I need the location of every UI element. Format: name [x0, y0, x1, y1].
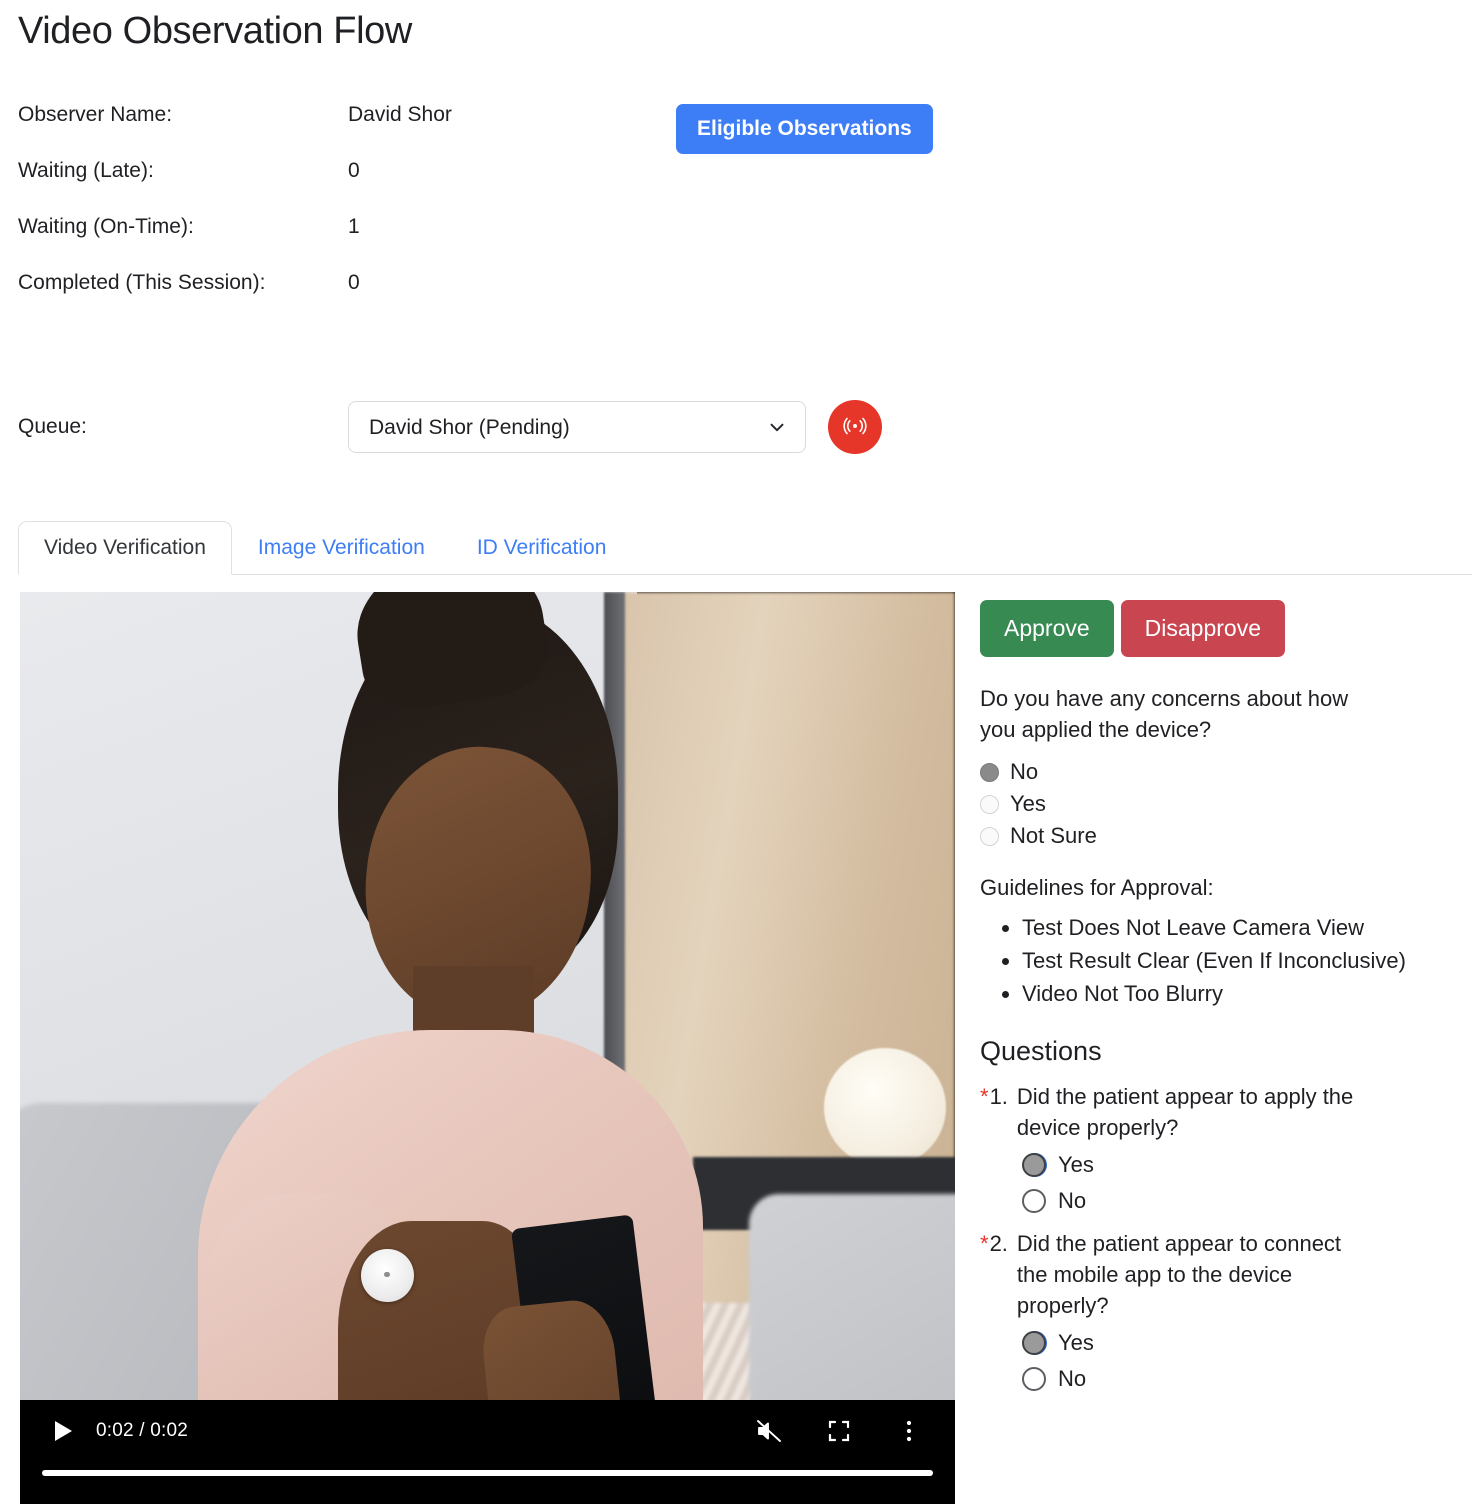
- verification-tabs: Video Verification Image Verification ID…: [18, 509, 1472, 575]
- question-1-option-no[interactable]: No: [1022, 1188, 1430, 1214]
- info-row-waiting-on-time: Waiting (On-Time): 1: [18, 212, 958, 241]
- info-value: 0: [348, 271, 360, 294]
- question-number: 1.: [989, 1084, 1008, 1109]
- radio-icon[interactable]: [980, 826, 999, 846]
- disapprove-button[interactable]: Disapprove: [1120, 600, 1286, 657]
- tab-label: ID Verification: [476, 536, 607, 559]
- concern-option-no[interactable]: No: [980, 759, 1430, 785]
- radio-label: No: [1058, 1188, 1087, 1213]
- radio-label: Not Sure: [1010, 823, 1097, 848]
- guideline-item: Video Not Too Blurry: [1022, 977, 1430, 1010]
- radio-label: Yes: [1058, 1152, 1094, 1177]
- question-2-radio-group: Yes No: [1022, 1330, 1430, 1392]
- info-value: 1: [348, 215, 360, 238]
- info-value: David Shor: [348, 103, 452, 126]
- video-controls: 0:02 / 0:02: [20, 1400, 955, 1504]
- tab-image-verification[interactable]: Image Verification: [232, 521, 451, 575]
- volume-muted-icon[interactable]: [749, 1414, 789, 1448]
- more-options-icon[interactable]: [889, 1414, 929, 1448]
- required-marker: *: [980, 1231, 989, 1256]
- broadcast-icon: [840, 411, 870, 444]
- question-2-option-no[interactable]: No: [1022, 1366, 1430, 1392]
- tab-label: Image Verification: [257, 536, 425, 559]
- concern-option-not-sure[interactable]: Not Sure: [980, 823, 1430, 849]
- queue-row: Queue: David Shor (Pending): [18, 400, 882, 454]
- question-2-option-yes[interactable]: Yes: [1022, 1330, 1430, 1356]
- question-1-option-yes[interactable]: Yes: [1022, 1152, 1430, 1178]
- play-icon[interactable]: [46, 1414, 80, 1448]
- guidelines-list: Test Does Not Leave Camera View Test Res…: [980, 911, 1430, 1010]
- info-label: Completed (This Session):: [18, 271, 266, 294]
- video-player[interactable]: 0:02 / 0:02: [20, 592, 955, 1504]
- tab-id-verification[interactable]: ID Verification: [451, 521, 633, 575]
- question-1: * 1. Did the patient appear to apply the…: [980, 1081, 1430, 1214]
- fullscreen-icon[interactable]: [819, 1414, 859, 1448]
- queue-label: Queue:: [18, 415, 87, 438]
- radio-label: Yes: [1010, 791, 1046, 816]
- info-value: 0: [348, 159, 360, 182]
- radio-icon[interactable]: [1022, 1331, 1046, 1355]
- video-frame: [20, 592, 955, 1504]
- info-label: Waiting (On-Time):: [18, 215, 194, 238]
- question-text: Did the patient appear to connect the mo…: [1016, 1231, 1342, 1318]
- cgm-sensor-on-arm: [361, 1248, 414, 1302]
- info-label: Observer Name:: [18, 103, 173, 126]
- radio-icon[interactable]: [1022, 1367, 1046, 1391]
- radio-icon[interactable]: [1022, 1189, 1046, 1213]
- video-progress-bar[interactable]: [42, 1470, 933, 1476]
- info-row-completed-this-session: Completed (This Session): 0: [18, 268, 958, 297]
- queue-select-wrap: David Shor (Pending): [348, 401, 806, 453]
- concern-option-yes[interactable]: Yes: [980, 791, 1430, 817]
- video-observation-page: Video Observation Flow Observer Name: Da…: [0, 0, 1472, 1504]
- question-number: 2.: [989, 1231, 1008, 1256]
- radio-icon[interactable]: [1022, 1153, 1046, 1177]
- questions-title: Questions: [980, 1036, 1102, 1066]
- tab-label: Video Verification: [44, 536, 206, 559]
- question-text: Did the patient appear to apply the devi…: [1016, 1084, 1354, 1140]
- guidelines-title: Guidelines for Approval:: [980, 875, 1214, 900]
- info-label: Waiting (Late):: [18, 159, 154, 182]
- radio-icon[interactable]: [980, 762, 999, 782]
- info-row-waiting-late: Waiting (Late): 0: [18, 156, 958, 185]
- approve-button[interactable]: Approve: [980, 600, 1114, 657]
- page-title: Video Observation Flow: [18, 10, 412, 52]
- question-1-radio-group: Yes No: [1022, 1152, 1430, 1214]
- live-recording-button[interactable]: [828, 400, 882, 454]
- radio-icon[interactable]: [980, 794, 999, 814]
- question-2: * 2. Did the patient appear to connect t…: [980, 1228, 1430, 1392]
- approval-actions: Approve Disapprove: [980, 600, 1430, 657]
- guideline-item: Test Does Not Leave Camera View: [1022, 911, 1430, 944]
- radio-label: Yes: [1058, 1330, 1094, 1355]
- video-scene-image: [20, 592, 955, 1504]
- video-progress-fill: [42, 1470, 933, 1476]
- radio-label: No: [1058, 1366, 1087, 1391]
- concern-radio-group: No Yes Not Sure: [980, 759, 1430, 849]
- queue-select[interactable]: David Shor (Pending): [348, 401, 806, 453]
- concern-question-text: Do you have any concerns about how you a…: [980, 686, 1349, 742]
- required-marker: *: [980, 1084, 989, 1109]
- tab-video-verification[interactable]: Video Verification: [18, 521, 232, 575]
- radio-label: No: [1010, 759, 1039, 784]
- video-time-display: 0:02 / 0:02: [96, 1420, 188, 1441]
- review-panel: Approve Disapprove Do you have any conce…: [980, 600, 1430, 1402]
- eligible-observations-button[interactable]: Eligible Observations: [676, 104, 933, 154]
- guideline-item: Test Result Clear (Even If Inconclusive): [1022, 944, 1430, 977]
